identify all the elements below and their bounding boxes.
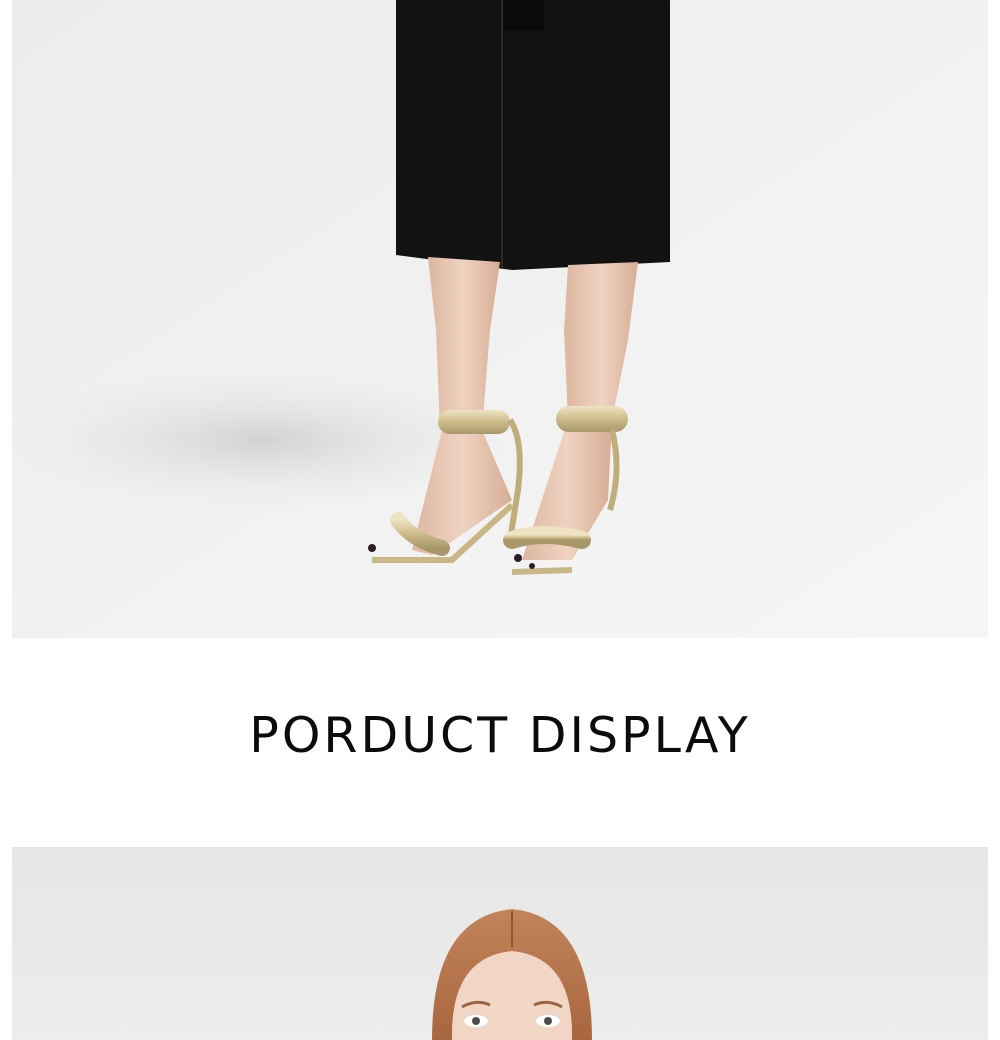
product-display-heading: PORDUCT DISPLAY bbox=[249, 707, 751, 764]
product-photo-legs bbox=[12, 0, 988, 638]
product-photo-portrait bbox=[12, 847, 988, 1040]
portrait-photo-illustration bbox=[12, 847, 988, 1040]
sandals-photo-illustration bbox=[12, 0, 988, 638]
